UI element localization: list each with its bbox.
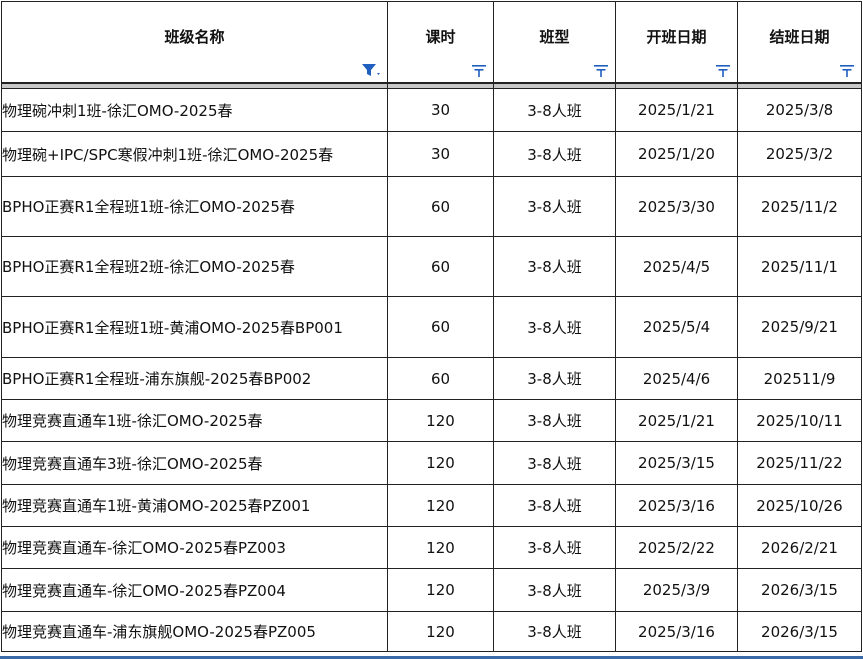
cell-class-type[interactable]: 3-8人班	[493, 236, 616, 297]
cell-class-name[interactable]: BPHO正赛R1全程班1班-黄浦OMO-2025春BP001	[1, 296, 388, 358]
column-header-start-date: 开班日期	[615, 1, 738, 84]
cell-start-date[interactable]: 2025/5/4	[615, 296, 738, 358]
table-row[interactable]: 物理竞赛直通车-徐汇OMO-2025春PZ004 120 3-8人班 2025/…	[1, 568, 862, 612]
filter-icon[interactable]	[839, 64, 855, 78]
header-row: 班级名称 课时 班型 开班日期 结班日期	[1, 1, 862, 84]
cell-class-name[interactable]: 物理竞赛直通车3班-徐汇OMO-2025春	[1, 441, 388, 485]
cell-hours[interactable]: 120	[387, 526, 494, 569]
cell-end-date[interactable]: 2026/3/15	[737, 568, 862, 612]
cell-start-date[interactable]: 2025/1/20	[615, 131, 738, 177]
cell-class-type[interactable]: 3-8人班	[493, 568, 616, 612]
table-row[interactable]: 物理竞赛直通车1班-黄浦OMO-2025春PZ001 120 3-8人班 202…	[1, 484, 862, 527]
filter-icon[interactable]	[715, 64, 731, 78]
cell-end-date[interactable]: 2025/11/22	[737, 441, 862, 485]
column-header-label: 开班日期	[646, 27, 707, 46]
cell-class-type[interactable]: 3-8人班	[493, 88, 616, 132]
cell-end-date[interactable]: 2025/3/8	[737, 88, 862, 132]
column-header-label: 班型	[539, 27, 570, 46]
cell-end-date[interactable]: 2026/2/21	[737, 526, 862, 569]
cell-class-type[interactable]: 3-8人班	[493, 441, 616, 485]
filter-icon[interactable]	[593, 64, 609, 78]
cell-class-type[interactable]: 3-8人班	[493, 484, 616, 527]
cell-class-name[interactable]: 物理竞赛直通车1班-黄浦OMO-2025春PZ001	[1, 484, 388, 527]
cell-start-date[interactable]: 2025/1/21	[615, 88, 738, 132]
cell-hours[interactable]: 60	[387, 296, 494, 358]
cell-class-type[interactable]: 3-8人班	[493, 611, 616, 652]
table-row[interactable]: 物理竞赛直通车3班-徐汇OMO-2025春 120 3-8人班 2025/3/1…	[1, 441, 862, 485]
column-header-label: 班级名称	[164, 27, 225, 46]
cell-class-name[interactable]: 物理竞赛直通车-徐汇OMO-2025春PZ004	[1, 568, 388, 612]
cell-class-name[interactable]: 物理竞赛直通车-浦东旗舰OMO-2025春PZ005	[1, 611, 388, 652]
table-row[interactable]: BPHO正赛R1全程班1班-黄浦OMO-2025春BP001 60 3-8人班 …	[1, 296, 862, 358]
cell-end-date[interactable]: 2026/3/15	[737, 611, 862, 652]
cell-class-type[interactable]: 3-8人班	[493, 357, 616, 400]
cell-class-name[interactable]: 物理碗冲刺1班-徐汇OMO-2025春	[1, 88, 388, 132]
cell-end-date[interactable]: 2025/10/26	[737, 484, 862, 527]
cell-class-name[interactable]: BPHO正赛R1全程班2班-徐汇OMO-2025春	[1, 236, 388, 297]
cell-hours[interactable]: 60	[387, 176, 494, 237]
cell-end-date[interactable]: 2025/11/2	[737, 176, 862, 237]
table-row[interactable]: 物理竞赛直通车-浦东旗舰OMO-2025春PZ005 120 3-8人班 202…	[1, 611, 862, 652]
cell-hours[interactable]: 30	[387, 131, 494, 177]
cell-hours[interactable]: 120	[387, 611, 494, 652]
column-header-hours: 课时	[387, 1, 494, 84]
column-header-label: 课时	[425, 27, 456, 46]
cell-end-date[interactable]: 2025/11/1	[737, 236, 862, 297]
cell-class-type[interactable]: 3-8人班	[493, 296, 616, 358]
column-header-end-date: 结班日期	[737, 1, 862, 84]
cell-hours[interactable]: 120	[387, 568, 494, 612]
column-header-label: 结班日期	[769, 27, 830, 46]
table-row[interactable]: 物理碗冲刺1班-徐汇OMO-2025春 30 3-8人班 2025/1/21 2…	[1, 88, 862, 132]
cell-start-date[interactable]: 2025/4/6	[615, 357, 738, 400]
cell-hours[interactable]: 60	[387, 357, 494, 400]
cell-class-name[interactable]: BPHO正赛R1全程班1班-徐汇OMO-2025春	[1, 176, 388, 237]
cell-start-date[interactable]: 2025/3/16	[615, 484, 738, 527]
cell-class-type[interactable]: 3-8人班	[493, 399, 616, 442]
cell-class-type[interactable]: 3-8人班	[493, 131, 616, 177]
cell-class-name[interactable]: 物理碗+IPC/SPC寒假冲刺1班-徐汇OMO-2025春	[1, 131, 388, 177]
cell-start-date[interactable]: 2025/3/9	[615, 568, 738, 612]
table-row[interactable]: 物理竞赛直通车-徐汇OMO-2025春PZ003 120 3-8人班 2025/…	[1, 526, 862, 569]
cell-hours[interactable]: 30	[387, 88, 494, 132]
class-table: 班级名称 课时 班型 开班日期 结班日期 物理碗冲刺1班-徐汇OMO-2025春…	[1, 1, 862, 652]
column-header-class-type: 班型	[493, 1, 616, 84]
filter-icon[interactable]	[471, 64, 487, 78]
cell-start-date[interactable]: 2025/3/15	[615, 441, 738, 485]
cell-start-date[interactable]: 2025/4/5	[615, 236, 738, 297]
cell-end-date[interactable]: 202511/9	[737, 357, 862, 400]
cell-class-type[interactable]: 3-8人班	[493, 526, 616, 569]
cell-class-type[interactable]: 3-8人班	[493, 176, 616, 237]
cell-hours[interactable]: 120	[387, 484, 494, 527]
cell-hours[interactable]: 120	[387, 399, 494, 442]
table-row[interactable]: BPHO正赛R1全程班1班-徐汇OMO-2025春 60 3-8人班 2025/…	[1, 176, 862, 237]
cell-end-date[interactable]: 2025/10/11	[737, 399, 862, 442]
cell-start-date[interactable]: 2025/3/30	[615, 176, 738, 237]
cell-start-date[interactable]: 2025/2/22	[615, 526, 738, 569]
cell-class-name[interactable]: BPHO正赛R1全程班-浦东旗舰-2025春BP002	[1, 357, 388, 400]
table-row[interactable]: BPHO正赛R1全程班2班-徐汇OMO-2025春 60 3-8人班 2025/…	[1, 236, 862, 297]
filter-active-icon[interactable]	[361, 63, 381, 77]
table-row[interactable]: 物理竞赛直通车1班-徐汇OMO-2025春 120 3-8人班 2025/1/2…	[1, 399, 862, 442]
cell-hours[interactable]: 60	[387, 236, 494, 297]
table-row[interactable]: 物理碗+IPC/SPC寒假冲刺1班-徐汇OMO-2025春 30 3-8人班 2…	[1, 131, 862, 177]
cell-class-name[interactable]: 物理竞赛直通车-徐汇OMO-2025春PZ003	[1, 526, 388, 569]
cell-start-date[interactable]: 2025/3/16	[615, 611, 738, 652]
table-row[interactable]: BPHO正赛R1全程班-浦东旗舰-2025春BP002 60 3-8人班 202…	[1, 357, 862, 400]
cell-class-name[interactable]: 物理竞赛直通车1班-徐汇OMO-2025春	[1, 399, 388, 442]
cell-end-date[interactable]: 2025/9/21	[737, 296, 862, 358]
column-header-class-name: 班级名称	[1, 1, 388, 84]
cell-start-date[interactable]: 2025/1/21	[615, 399, 738, 442]
cell-hours[interactable]: 120	[387, 441, 494, 485]
cell-end-date[interactable]: 2025/3/2	[737, 131, 862, 177]
